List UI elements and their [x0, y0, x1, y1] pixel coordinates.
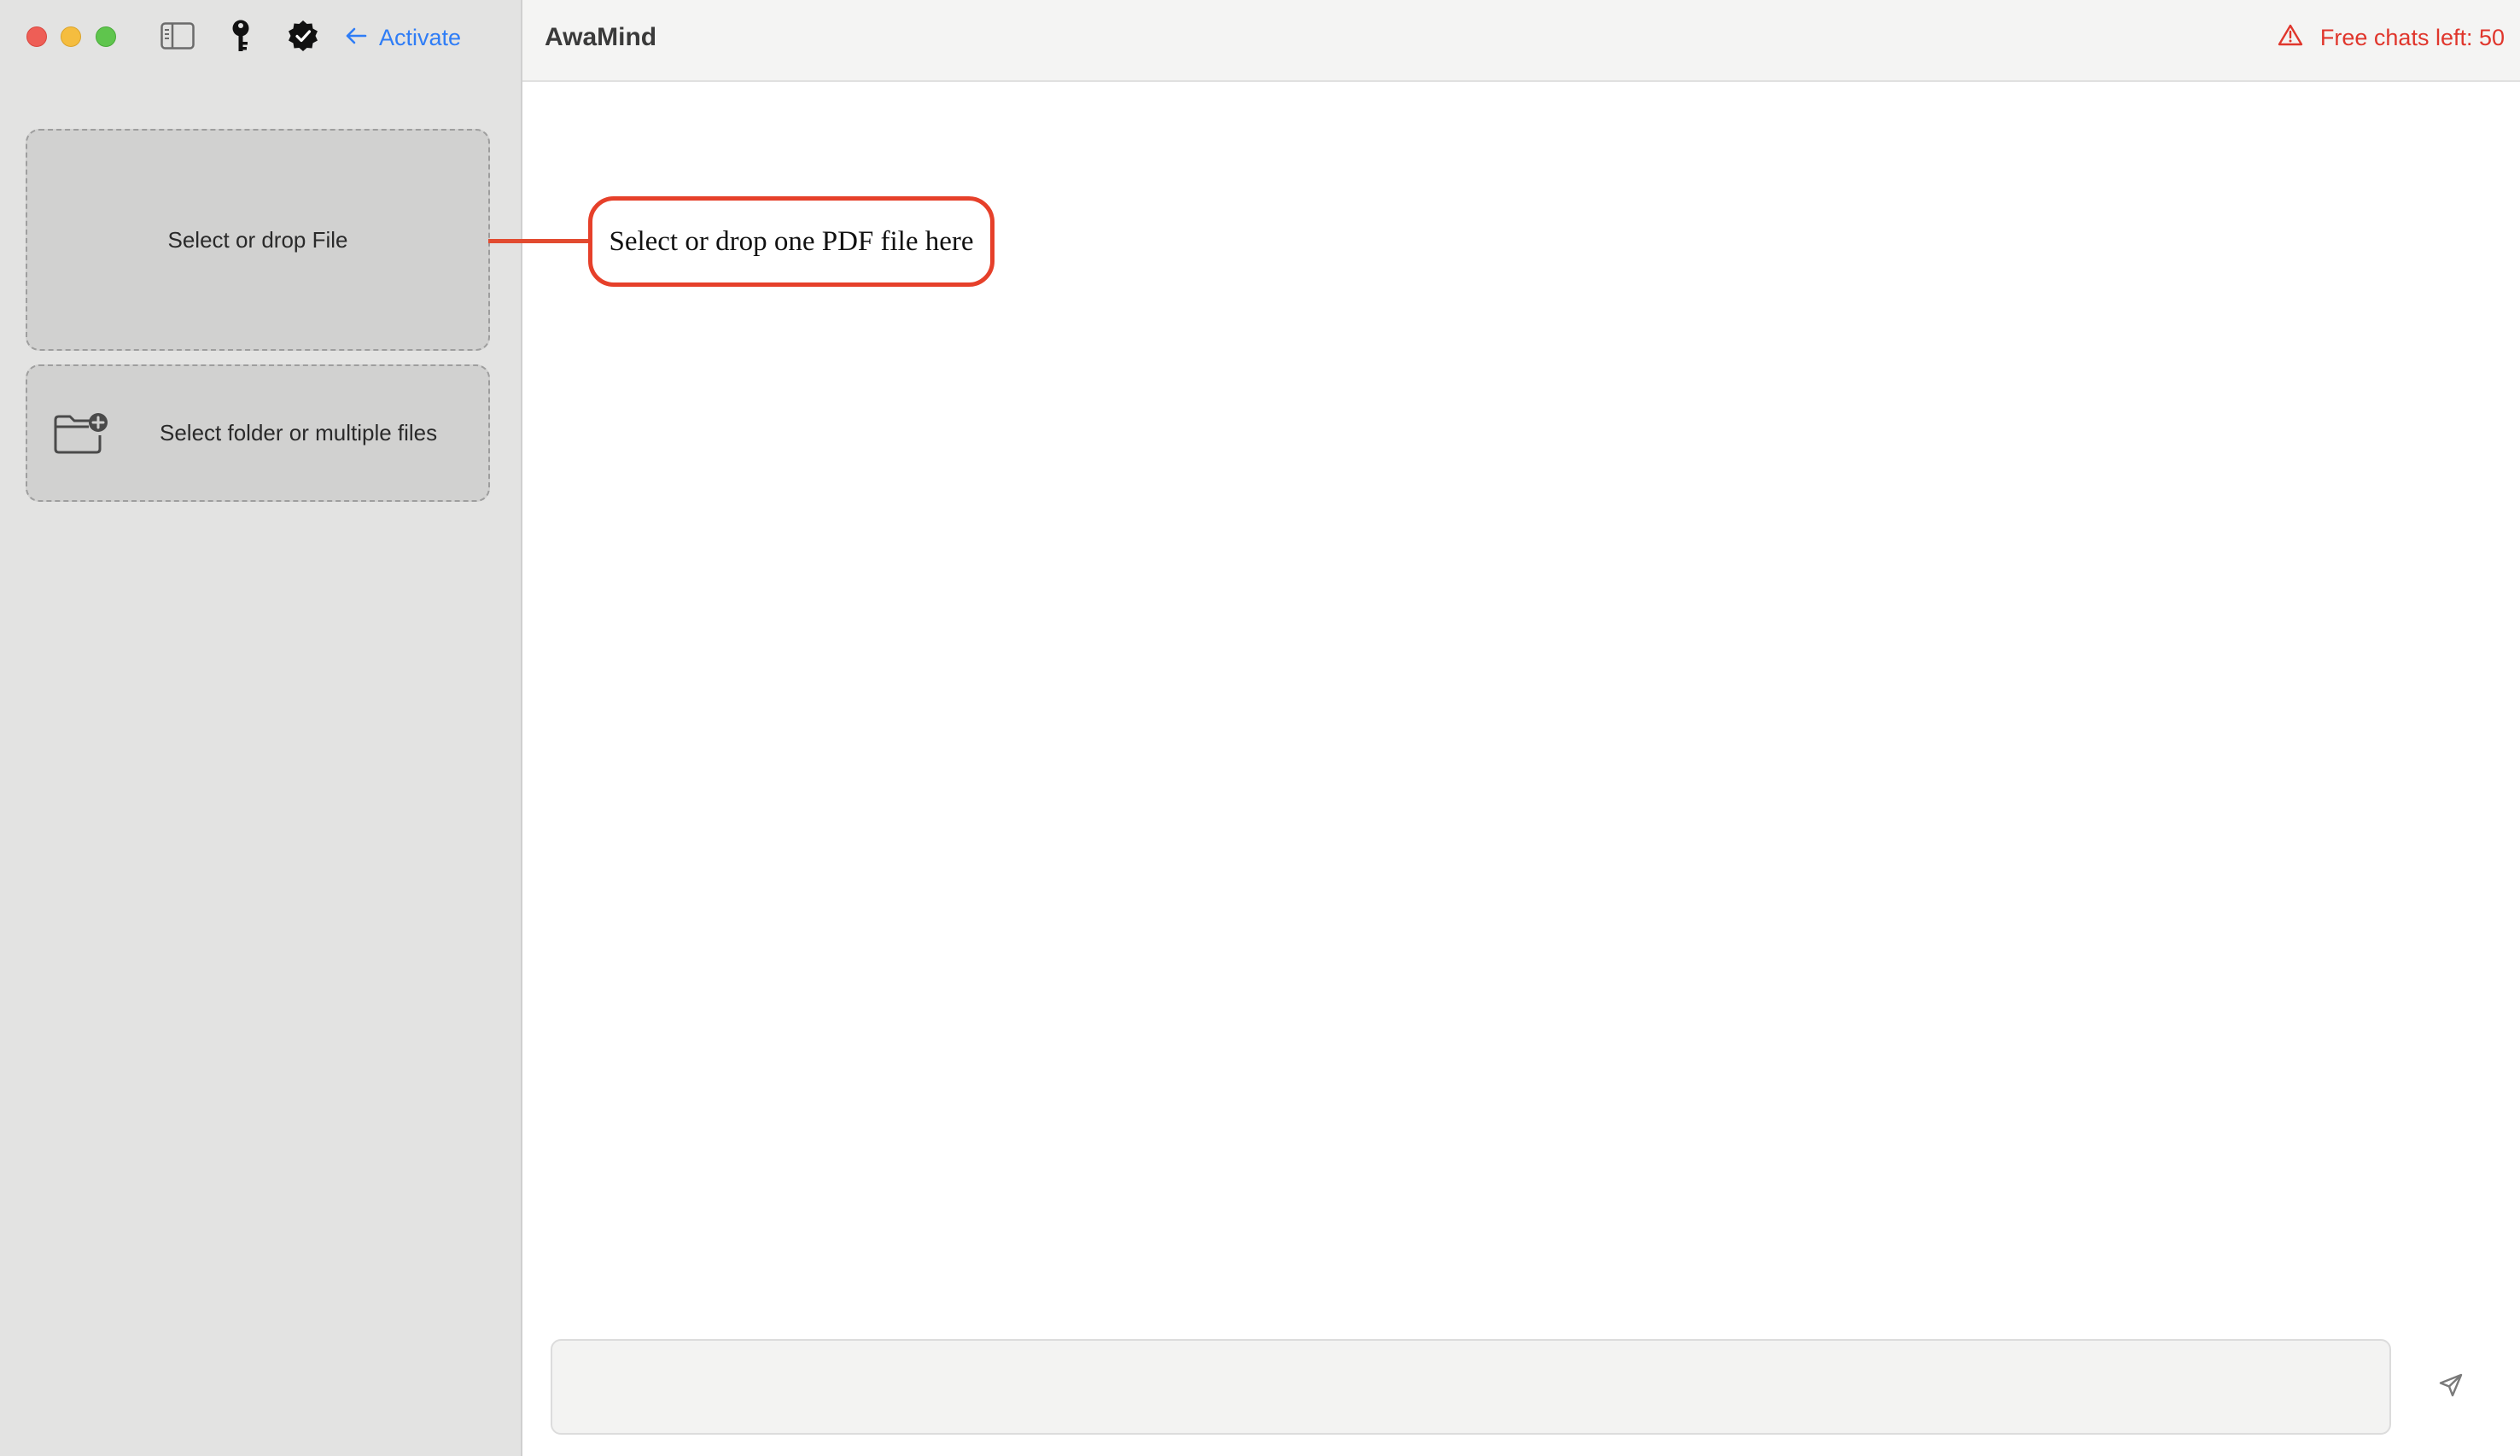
arrow-left-icon — [345, 26, 367, 50]
sidebar: Activate Select or drop File Select fold… — [0, 0, 522, 1456]
select-folder-button[interactable]: Select folder or multiple files — [26, 364, 490, 502]
key-icon[interactable] — [222, 17, 260, 55]
drop-file-label: Select or drop File — [167, 226, 348, 253]
drop-file-zone[interactable]: Select or drop File — [26, 129, 490, 351]
app-window: Activate Select or drop File Select fold… — [0, 0, 2520, 1456]
send-icon — [2438, 1372, 2464, 1402]
verified-badge-icon[interactable] — [284, 17, 322, 55]
window-minimize-button[interactable] — [61, 26, 81, 47]
send-button[interactable] — [2430, 1366, 2472, 1408]
app-title: AwaMind — [545, 23, 657, 51]
callout-text: Select or drop one PDF file here — [609, 225, 974, 257]
folder-plus-icon — [53, 411, 109, 456]
sidebar-toggle-icon[interactable] — [159, 17, 196, 55]
callout-connector — [488, 239, 591, 243]
free-chats-label: Free chats left: 50 — [2319, 24, 2505, 50]
main-header: AwaMind Free chats left: 50 — [522, 0, 2520, 82]
free-chats-status: Free chats left: 50 — [2278, 0, 2505, 75]
activate-label: Activate — [379, 24, 462, 50]
select-folder-label: Select folder or multiple files — [160, 420, 438, 446]
chat-input[interactable] — [551, 1339, 2391, 1435]
callout-annotation: Select or drop one PDF file here — [588, 196, 995, 287]
warning-triangle-icon — [2278, 24, 2303, 52]
window-close-button[interactable] — [26, 26, 47, 47]
window-zoom-button[interactable] — [96, 26, 116, 47]
activate-link[interactable]: Activate — [345, 19, 461, 56]
